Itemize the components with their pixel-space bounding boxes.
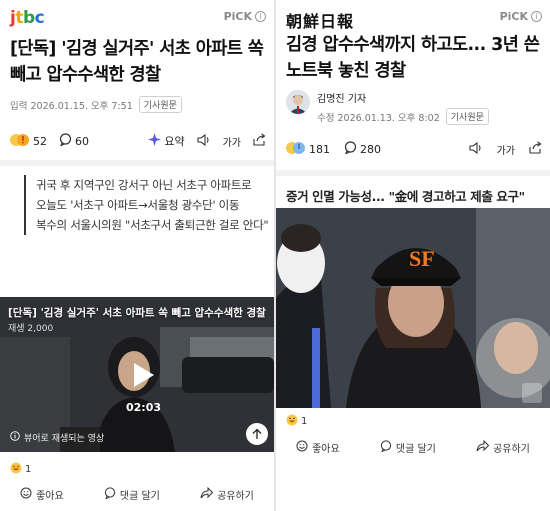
article-action-bar: 좋아요 댓글 달기 공유하기 <box>0 483 274 505</box>
share-button[interactable] <box>529 141 542 157</box>
comment-label: 댓글 달기 <box>119 490 160 502</box>
viewer-playback-note: 뷰어로 재생되는 영상 <box>10 431 104 444</box>
laugh-emoji-icon <box>286 414 298 429</box>
bottom-reaction-summary[interactable]: 1 <box>10 462 31 477</box>
article-summary: 귀국 후 지역구인 강서구 아닌 서초구 아파트로 오늘도 '서초구 아파트→서… <box>24 175 270 235</box>
jtbc-article-panel: jtbc PiCK i [단독] '김경 실거주' 서초 아파트 쏙 빼고 압수수… <box>0 0 274 511</box>
author-photo <box>286 90 310 114</box>
bottom-reaction-count: 1 <box>25 464 32 475</box>
share-label: 공유하기 <box>493 443 530 455</box>
play-button[interactable] <box>126 359 158 391</box>
video-overlay-title: [단독] '김경 실거주' 서초 아파트 쏙 빼고 압수수색한 경찰 <box>8 307 266 319</box>
video-duration: 02:03 <box>126 401 162 414</box>
comment-count: 60 <box>75 134 89 148</box>
original-article-button[interactable]: 기사원문 <box>445 108 489 125</box>
modified-date: 수정 2026.01.13. 오후 8:02 <box>317 112 440 124</box>
jtbc-logo[interactable]: jtbc <box>10 8 45 28</box>
chosun-article-panel: 朝鮮日報 PiCK i 김경 압수수색까지 하고도... 3년 쓴 노트북 놓친 … <box>276 0 550 511</box>
pick-badge[interactable]: PiCK i <box>224 10 266 23</box>
pick-badge[interactable]: PiCK i <box>500 10 542 23</box>
news-photo: SF <box>276 208 550 408</box>
chosun-logo[interactable]: 朝鮮日報 <box>286 12 354 31</box>
speaker-icon <box>197 133 211 149</box>
video-player[interactable]: [단독] '김경 실거주' 서초 아파트 쏙 빼고 압수수색한 경찰 재생 2,… <box>0 297 274 452</box>
scroll-to-top-button[interactable] <box>246 423 268 445</box>
share-arrow-icon <box>200 486 214 502</box>
reaction-emoji-icon <box>286 141 306 158</box>
reaction-bar: 52 60 요약 가가 <box>10 130 266 152</box>
article-subheading: 증거 인멸 가능성... "金에 경고하고 제출 요구" <box>286 189 525 204</box>
svg-text:SF: SF <box>409 246 435 271</box>
font-size-button[interactable]: 가가 <box>497 142 515 157</box>
section-separator <box>0 160 274 166</box>
comment-label: 댓글 달기 <box>395 443 436 455</box>
comment-button[interactable]: 댓글 달기 <box>104 486 160 502</box>
like-label: 좋아요 <box>312 443 340 455</box>
emotion-count: 52 <box>33 134 47 148</box>
section-separator <box>276 170 550 176</box>
info-circle-icon <box>10 431 20 444</box>
bottom-reaction-count: 1 <box>301 416 308 427</box>
smile-icon <box>20 487 32 502</box>
share-label: 공유하기 <box>217 490 254 502</box>
reaction-emoji-icon <box>10 133 30 150</box>
article-photo[interactable]: SF <box>276 208 550 408</box>
comment-count-button[interactable]: 60 <box>59 133 89 149</box>
share-arrow-icon <box>476 439 490 455</box>
comment-count: 280 <box>360 142 381 156</box>
comment-bubble-icon <box>59 133 72 149</box>
laugh-emoji-icon <box>10 462 22 477</box>
smile-icon <box>296 440 308 455</box>
like-button[interactable]: 좋아요 <box>296 440 340 455</box>
reaction-bar: 181 280 가가 <box>286 138 542 160</box>
pick-label: PiCK <box>499 10 528 23</box>
comment-bubble-icon <box>344 141 357 157</box>
font-size-button[interactable]: 가가 <box>223 134 241 149</box>
publish-date: 입력 2026.01.15. 오후 7:51 <box>10 100 133 112</box>
like-button[interactable]: 좋아요 <box>20 487 64 502</box>
jtbc-brand-bar: jtbc PiCK i <box>10 8 266 30</box>
summary-line: 오늘도 '서초구 아파트→서울청 광수단' 이동 <box>36 198 240 212</box>
emotion-reaction-button[interactable]: 181 <box>286 141 330 158</box>
play-icon <box>134 363 154 387</box>
viewer-note-text: 뷰어로 재생되는 영상 <box>24 434 105 444</box>
chosun-brand-bar: 朝鮮日報 PiCK i <box>286 8 542 31</box>
article-meta: 입력 2026.01.15. 오후 7:51 기사원문 <box>10 96 182 113</box>
video-view-count: 재생 2,000 <box>8 324 54 334</box>
bottom-reaction-summary[interactable]: 1 <box>286 414 307 429</box>
summary-label: 요약 <box>164 135 185 148</box>
text-to-speech-button[interactable] <box>197 133 211 149</box>
comment-button[interactable]: 댓글 달기 <box>380 439 436 455</box>
speaker-icon <box>469 141 483 157</box>
article-meta: 수정 2026.01.13. 오후 8:02 기사원문 <box>317 108 489 125</box>
pick-label: PiCK <box>223 10 252 23</box>
like-label: 좋아요 <box>36 490 64 502</box>
author-name[interactable]: 김명진 기자 <box>317 90 489 105</box>
article-headline: 김경 압수수색까지 하고도... 3년 쓴 노트북 놓친 경찰 <box>286 35 540 81</box>
info-icon[interactable]: i <box>255 11 266 22</box>
author-block: 김명진 기자 수정 2026.01.13. 오후 8:02 기사원문 <box>286 90 489 125</box>
share-button[interactable] <box>253 133 266 149</box>
comment-count-button[interactable]: 280 <box>344 141 381 157</box>
share-action-button[interactable]: 공유하기 <box>200 486 254 502</box>
emotion-reaction-button[interactable]: 52 <box>10 133 47 150</box>
author-avatar[interactable] <box>286 90 310 114</box>
summary-line: 복수의 서울시의원 "서초구서 출퇴근한 걸로 안다" <box>36 218 269 232</box>
article-headline: [단독] '김경 실거주' 서초 아파트 쏙 빼고 압수수색한 경찰 <box>10 39 264 85</box>
original-article-button[interactable]: 기사원문 <box>138 96 182 113</box>
summary-line: 귀국 후 지역구인 강서구 아닌 서초구 아파트로 <box>36 178 252 192</box>
text-to-speech-button[interactable] <box>469 141 483 157</box>
ai-summary-icon <box>148 133 162 149</box>
summary-button[interactable]: 요약 <box>148 133 185 149</box>
comment-bubble-icon <box>104 486 116 502</box>
comment-bubble-icon <box>380 439 392 455</box>
article-action-bar: 좋아요 댓글 달기 공유하기 <box>276 436 550 458</box>
info-icon[interactable]: i <box>531 11 542 22</box>
arrow-up-icon <box>252 428 262 439</box>
emotion-count: 181 <box>309 142 330 156</box>
share-icon <box>529 141 542 157</box>
share-icon <box>253 133 266 149</box>
share-action-button[interactable]: 공유하기 <box>476 439 530 455</box>
